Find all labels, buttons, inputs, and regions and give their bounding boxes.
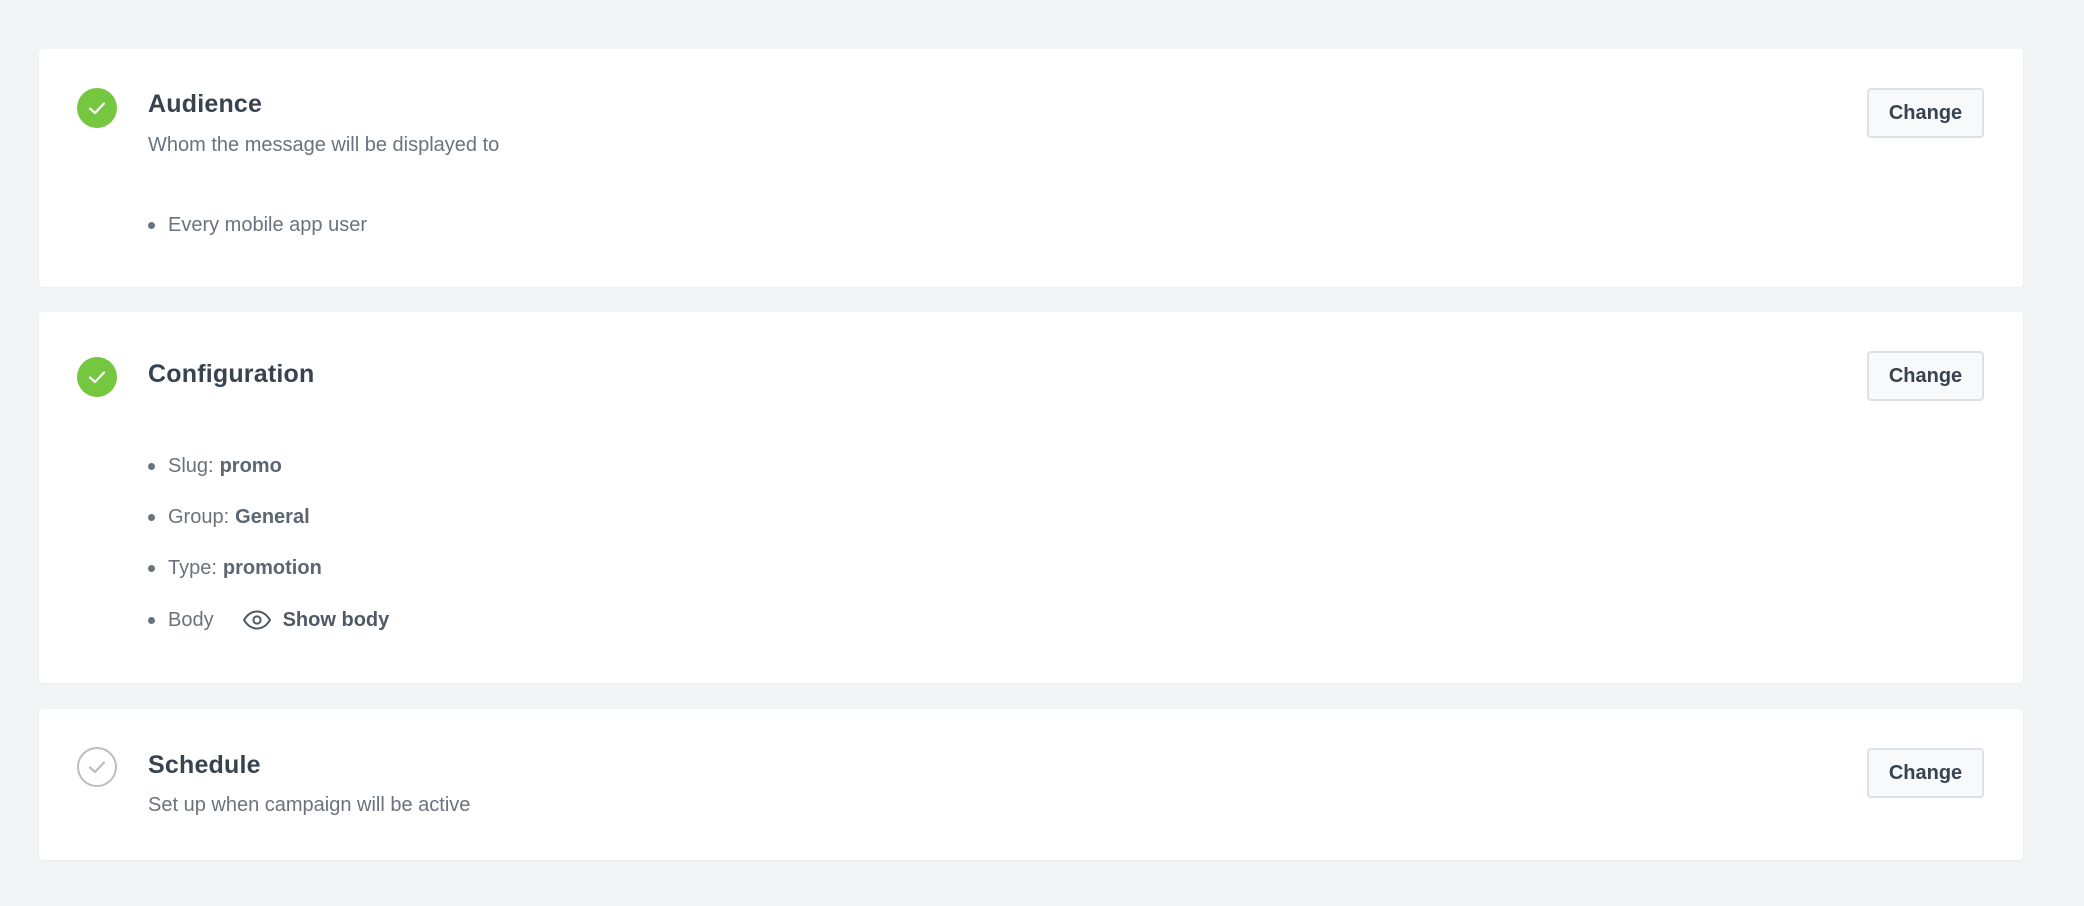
schedule-subtitle: Set up when campaign will be active <box>148 794 471 816</box>
campaign-steps: Audience Whom the message will be displa… <box>0 0 2084 906</box>
eye-icon <box>242 610 271 630</box>
show-body-label: Show body <box>282 608 390 631</box>
bullet <box>148 221 155 229</box>
bullet <box>148 564 155 572</box>
config-item-value: promo <box>219 454 282 477</box>
schedule-title: Schedule <box>148 751 261 779</box>
list-item: Type: promotion <box>110 554 322 582</box>
list-item: Group: General <box>110 503 310 531</box>
audience-subtitle: Whom the message will be displayed to <box>148 134 500 156</box>
configuration-card: Configuration Change Slug: promo Group: … <box>39 312 2023 683</box>
list-item: Slug: promo <box>110 452 282 480</box>
config-item-value: promotion <box>222 556 322 579</box>
check-circle-filled-icon <box>77 88 117 128</box>
configuration-title: Configuration <box>148 360 315 388</box>
config-item-value: General <box>235 505 310 528</box>
check-circle-filled-icon <box>77 357 117 397</box>
bullet <box>148 513 155 521</box>
schedule-change-button[interactable]: Change <box>1867 748 1984 798</box>
config-item-label: Slug: <box>168 454 214 477</box>
list-item: Body Show body <box>110 606 389 634</box>
audience-card: Audience Whom the message will be displa… <box>39 49 2023 287</box>
check-circle-outline-icon <box>77 747 117 787</box>
bullet <box>148 462 155 470</box>
config-item-label: Type: <box>168 556 217 579</box>
show-body-link[interactable]: Show body <box>242 608 390 632</box>
bullet <box>148 616 155 624</box>
schedule-card: Schedule Set up when campaign will be ac… <box>39 709 2023 860</box>
audience-title: Audience <box>148 90 263 118</box>
config-item-label: Group: <box>168 505 230 528</box>
audience-change-button[interactable]: Change <box>1867 88 1984 138</box>
audience-item-text: Every mobile app user <box>168 213 367 236</box>
configuration-change-button[interactable]: Change <box>1867 351 1984 401</box>
config-item-label: Body <box>168 608 214 631</box>
list-item: Every mobile app user <box>110 211 367 239</box>
